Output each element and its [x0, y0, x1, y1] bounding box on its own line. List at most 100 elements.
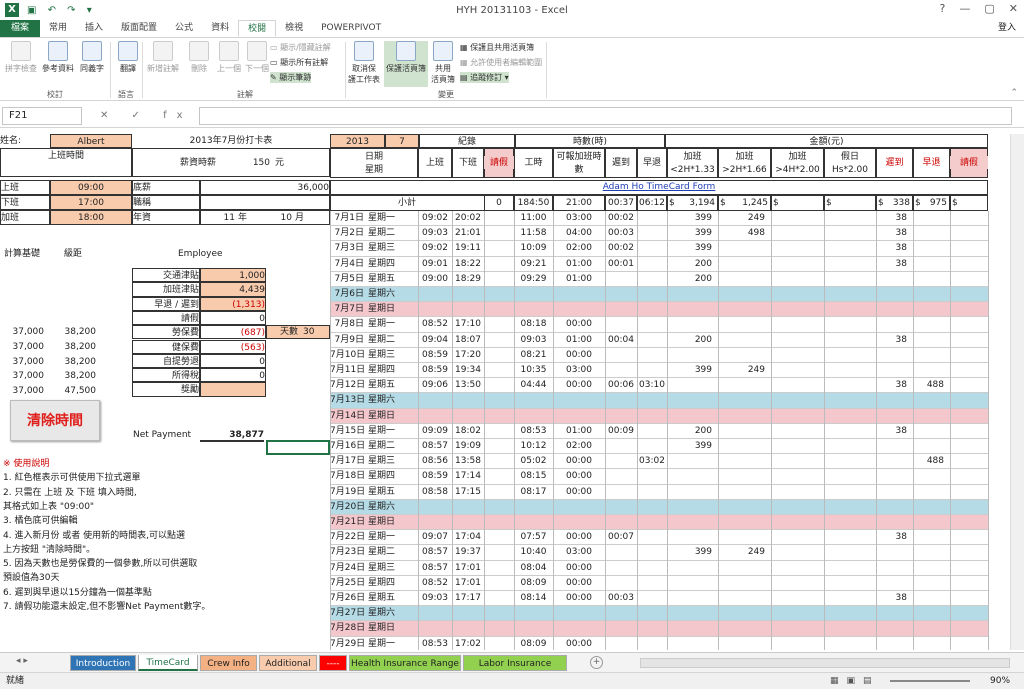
row-clock-out[interactable]: 19:11	[452, 241, 484, 256]
zoom-level[interactable]: 90%	[990, 673, 1010, 689]
row-clock-out[interactable]: 17:02	[452, 637, 484, 650]
minimize-button[interactable]: —	[959, 2, 970, 15]
name-box[interactable]: F21	[2, 106, 82, 125]
allowance-value[interactable]: 1,000	[200, 268, 266, 283]
tab-3[interactable]: 公式	[166, 20, 202, 37]
row-clock-in[interactable]: 08:57	[418, 545, 452, 560]
row-clock-out[interactable]: 17:10	[452, 317, 484, 332]
sheet-tab-2[interactable]: Crew Info	[200, 655, 257, 671]
protect-workbook-button[interactable]: 保護活頁簿	[384, 41, 428, 87]
allowance-value[interactable]	[200, 382, 266, 397]
row-clock-in[interactable]: 08:57	[418, 439, 452, 454]
tab-6[interactable]: 檢視	[276, 20, 312, 37]
horizontal-scrollbar[interactable]	[640, 658, 1010, 668]
row-clock-in[interactable]: 08:58	[418, 485, 452, 500]
row-clock-out[interactable]: 17:15	[452, 485, 484, 500]
row-clock-out[interactable]: 19:09	[452, 439, 484, 454]
row-clock-in[interactable]: 09:09	[418, 424, 452, 439]
new-comment-button[interactable]: 新增註解	[145, 41, 181, 74]
row-clock-in[interactable]: 08:56	[418, 454, 452, 469]
clear-time-button[interactable]: 清除時間	[10, 400, 100, 441]
thesaurus-button[interactable]: 同義字	[74, 41, 110, 74]
tab-7[interactable]: POWERPIVOT	[312, 20, 390, 37]
allowance-value[interactable]: 4,439	[200, 282, 266, 297]
timecard-link[interactable]: Adam Ho TimeCard Form	[330, 180, 988, 195]
maximize-button[interactable]: ▢	[984, 2, 994, 15]
row-clock-in[interactable]: 09:01	[418, 257, 452, 272]
row-clock-in[interactable]: 09:07	[418, 530, 452, 545]
row-clock-out[interactable]: 18:22	[452, 257, 484, 272]
row-clock-in[interactable]: 08:52	[418, 317, 452, 332]
sheet-tab-1[interactable]: TimeCard	[138, 655, 198, 671]
selected-cell[interactable]	[266, 440, 330, 455]
sheet-tab-3[interactable]: Additional	[259, 655, 317, 671]
share-workbook-button[interactable]: 共用 活頁簿	[428, 41, 458, 85]
row-clock-in[interactable]: 09:02	[418, 211, 452, 226]
formula-buttons[interactable]: ✕ ✓ fx	[100, 110, 193, 121]
formula-input[interactable]	[198, 106, 1012, 125]
add-sheet-icon[interactable]: +	[590, 656, 603, 669]
show-all-comments-button[interactable]: ▭ 顯示所有註解	[270, 57, 328, 68]
show-hide-comment-button[interactable]: ▭ 顯示/隱藏註解	[270, 42, 331, 53]
zoom-slider[interactable]	[890, 680, 970, 682]
row-clock-in[interactable]: 09:03	[418, 591, 452, 606]
worksheet-grid[interactable]: 姓名: Albert 2013年7月份打卡表 2013 7 紀錄 時數(時) 金額(元) 上班時…	[0, 134, 1010, 650]
row-clock-out[interactable]: 18:07	[452, 333, 484, 348]
sched-ot-time[interactable]: 18:00	[50, 210, 132, 225]
translate-button[interactable]: 翻譯	[110, 41, 146, 74]
row-clock-out[interactable]: 19:37	[452, 545, 484, 560]
name-field[interactable]: Albert	[50, 134, 132, 148]
sheet-tab-6[interactable]: Labor Insurance Range	[463, 655, 567, 685]
sched-off-time[interactable]: 17:00	[50, 195, 132, 210]
help-button[interactable]: ?	[940, 2, 946, 15]
tab-5[interactable]: 校閱	[238, 20, 277, 37]
row-clock-out[interactable]: 17:14	[452, 469, 484, 484]
year-field[interactable]: 2013	[330, 134, 385, 148]
close-button[interactable]: ✕	[1009, 2, 1018, 15]
row-clock-out[interactable]: 19:34	[452, 363, 484, 378]
row-clock-in[interactable]: 09:02	[418, 241, 452, 256]
row-clock-out[interactable]: 18:02	[452, 424, 484, 439]
row-clock-out[interactable]: 13:58	[452, 454, 484, 469]
quick-access-toolbar[interactable]: ▣ ↶ ↷ ▾	[27, 5, 96, 16]
row-clock-in[interactable]: 08:59	[418, 363, 452, 378]
view-buttons[interactable]: ▦▣▤	[830, 673, 880, 689]
show-ink-button[interactable]: ✎ 顯示筆跡	[270, 72, 312, 83]
row-clock-in[interactable]: 08:53	[418, 637, 452, 650]
sheet-tab-0[interactable]: Introduction	[70, 655, 136, 671]
row-clock-out[interactable]: 13:50	[452, 378, 484, 393]
sched-on-time[interactable]: 09:00	[50, 180, 132, 195]
row-clock-out[interactable]: 18:29	[452, 272, 484, 287]
tab-2[interactable]: 版面配置	[112, 20, 166, 37]
row-clock-out[interactable]: 17:20	[452, 348, 484, 363]
row-clock-in[interactable]: 08:59	[418, 469, 452, 484]
row-clock-out[interactable]: 17:04	[452, 530, 484, 545]
row-clock-in[interactable]: 08:52	[418, 576, 452, 591]
spell-check-button[interactable]: 拼字檢查	[3, 41, 39, 74]
tab-file[interactable]: 檔案	[0, 20, 40, 37]
sheet-nav-arrows[interactable]: ◂ ▸	[16, 656, 28, 666]
sign-in-link[interactable]: 登入	[998, 20, 1016, 37]
vertical-scrollbar[interactable]	[1010, 134, 1024, 650]
row-clock-in[interactable]: 09:06	[418, 378, 452, 393]
tab-0[interactable]: 常用	[40, 20, 76, 37]
sheet-tab-5[interactable]: Health Insurance Range	[349, 655, 461, 671]
row-clock-in[interactable]: 09:03	[418, 226, 452, 241]
sheet-tab-4[interactable]: ----	[319, 655, 347, 671]
row-clock-out[interactable]: 17:01	[452, 561, 484, 576]
collapse-ribbon-icon[interactable]: ⌃	[1010, 88, 1018, 98]
month-field[interactable]: 7	[385, 134, 419, 148]
protect-share-button[interactable]: ▦ 保護且共用活頁簿	[460, 42, 534, 53]
tab-4[interactable]: 資料	[202, 20, 238, 37]
unprotect-sheet-button[interactable]: 取消保 護工作表	[346, 41, 382, 85]
row-clock-in[interactable]: 09:04	[418, 333, 452, 348]
row-clock-out[interactable]: 17:17	[452, 591, 484, 606]
row-clock-out[interactable]: 17:01	[452, 576, 484, 591]
row-clock-out[interactable]: 21:01	[452, 226, 484, 241]
row-clock-in[interactable]: 09:00	[418, 272, 452, 287]
row-clock-out[interactable]: 20:02	[452, 211, 484, 226]
row-clock-in[interactable]: 08:59	[418, 348, 452, 363]
track-changes-button[interactable]: ▤ 追蹤修訂 ▾	[460, 72, 509, 83]
research-button[interactable]: 參考資料	[40, 41, 76, 74]
tab-1[interactable]: 插入	[76, 20, 112, 37]
